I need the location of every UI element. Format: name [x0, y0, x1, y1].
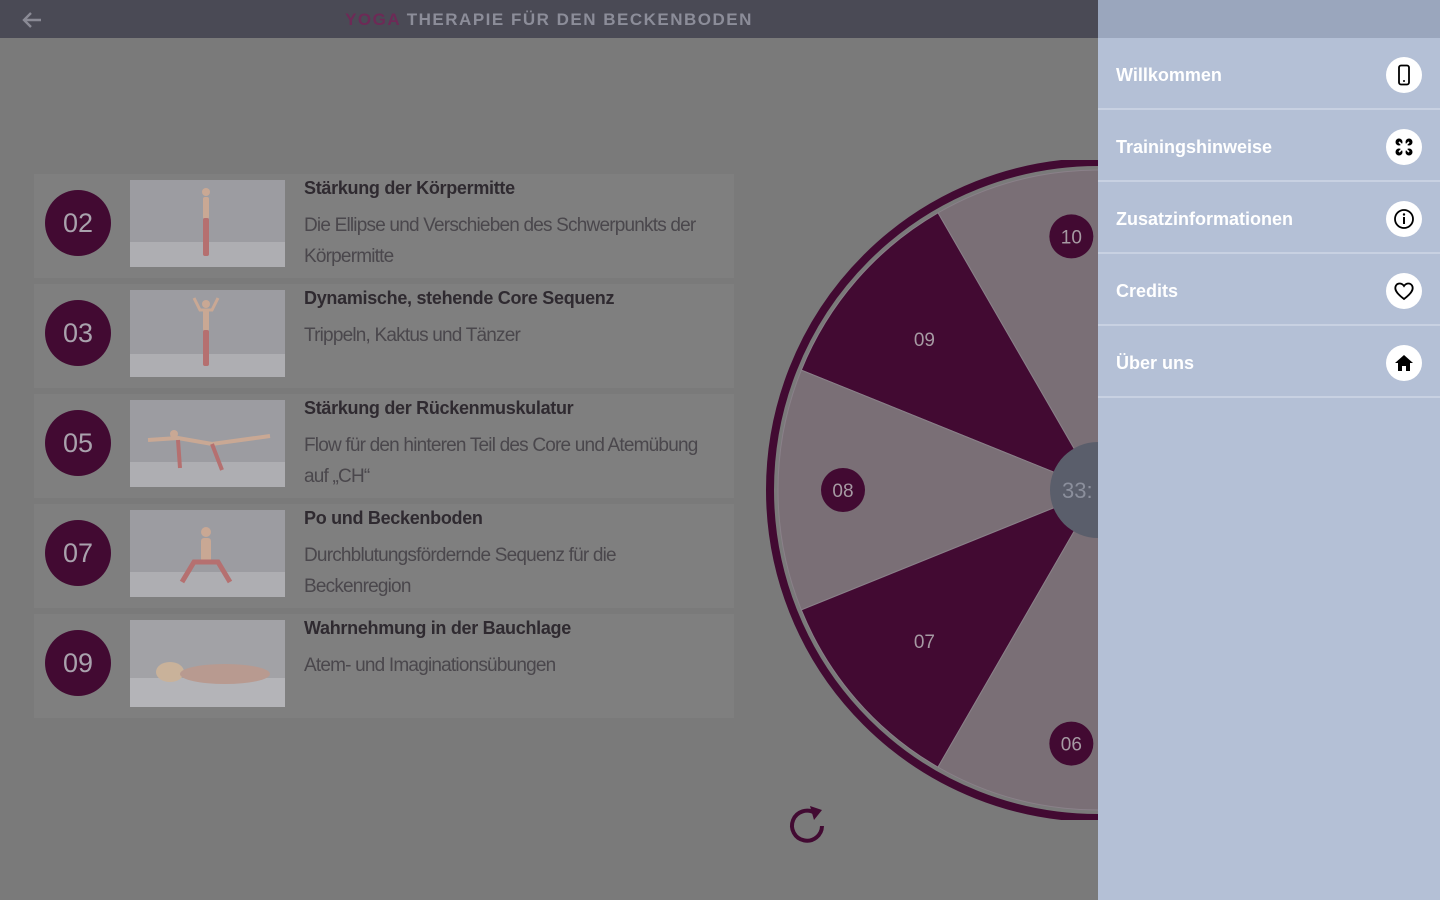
exercise-number: 09 — [45, 630, 111, 696]
exercise-title: Stärkung der Rückenmuskulatur — [304, 398, 574, 418]
exercise-wheel[interactable]: 10 09 08 07 06 33: — [760, 160, 1098, 820]
exercise-number: 05 — [45, 410, 111, 476]
menu-item-label: Willkommen — [1116, 65, 1222, 85]
heart-icon — [1386, 273, 1422, 309]
menu-item-trainingshinweise[interactable]: Trainingshinweise — [1098, 110, 1440, 182]
app-title: YOGA THERAPIE FÜR DEN BECKENBODEN — [0, 10, 1098, 30]
menu-item-label: Credits — [1116, 281, 1179, 301]
exercise-row[interactable]: 03 Dynamische, stehende Core Sequenz Tri… — [34, 280, 734, 390]
exercise-thumbnail — [130, 400, 285, 487]
exercise-number: 02 — [45, 190, 111, 256]
wheel-segment-label: 07 — [914, 632, 935, 653]
menu-item-ueber-uns[interactable]: Über uns — [1098, 326, 1440, 398]
exercise-title: Wahrnehmung in der Bauchlage — [304, 618, 571, 638]
exercise-number: 03 — [45, 300, 111, 366]
menu-item-zusatzinformationen[interactable]: Zusatzinformationen — [1098, 182, 1440, 254]
exercise-thumbnail — [130, 620, 285, 707]
wheel-segment-label: 09 — [914, 330, 935, 351]
wheel-segment-label: 06 — [1061, 735, 1082, 756]
exercise-title: Dynamische, stehende Core Sequenz — [304, 288, 615, 308]
exercise-row[interactable]: 09 Wahrnehmung in der Bauchlage Atem- un… — [34, 610, 734, 720]
exercise-description: Trippeln, Kaktus und Tänzer — [304, 325, 521, 346]
home-icon — [1386, 345, 1422, 381]
app-title-rest: THERAPIE FÜR DEN BECKENBODEN — [406, 10, 753, 29]
app-title-accent: YOGA — [345, 10, 401, 29]
wheel-center-label: 33: — [1062, 478, 1093, 503]
exercise-title: Stärkung der Körpermitte — [304, 178, 515, 198]
menu-item-label: Über uns — [1116, 353, 1195, 373]
exercise-thumbnail — [130, 290, 285, 377]
exercise-thumbnail — [130, 180, 285, 267]
refresh-button[interactable] — [782, 800, 832, 850]
exercise-title: Po und Beckenboden — [304, 508, 483, 528]
info-icon — [1386, 201, 1422, 237]
menu-item-willkommen[interactable]: Willkommen — [1098, 38, 1440, 110]
menu-item-credits[interactable]: Credits — [1098, 254, 1440, 326]
exercise-thumbnail — [130, 510, 285, 597]
exercise-row[interactable]: 07 Po und Beckenboden Durchblutungsförde… — [34, 500, 734, 610]
top-bar: YOGA THERAPIE FÜR DEN BECKENBODEN — [0, 0, 1098, 38]
exercise-number: 07 — [45, 520, 111, 586]
exercise-list: 02 Stärkung der Körpermitte Die Ellipse … — [34, 170, 734, 720]
menu-item-label: Trainingshinweise — [1116, 137, 1273, 157]
exercise-description: Atem- und Imaginationsübungen — [304, 655, 556, 676]
exercise-row[interactable]: 02 Stärkung der Körpermitte Die Ellipse … — [34, 170, 734, 280]
refresh-icon — [790, 806, 824, 843]
menu-item-label: Zusatzinformationen — [1116, 209, 1294, 229]
exercise-description: Durchblutungsfördernde Sequenz für die B… — [304, 545, 617, 597]
exercise-row[interactable]: 05 Stärkung der Rückenmuskulatur Flow fü… — [34, 390, 734, 500]
phone-icon — [1386, 57, 1422, 93]
training-icon — [1386, 129, 1422, 165]
navigation-drawer: Willkommen Trainingshinweise Zusatzinfor… — [1098, 0, 1440, 900]
exercise-description: Flow für den hinteren Teil des Core und … — [304, 435, 698, 487]
wheel-segment-label: 08 — [832, 481, 853, 502]
exercise-description: Die Ellipse und Verschieben des Schwerpu… — [304, 215, 696, 267]
wheel-segment-label: 10 — [1061, 227, 1082, 248]
drawer-header — [1098, 0, 1440, 38]
